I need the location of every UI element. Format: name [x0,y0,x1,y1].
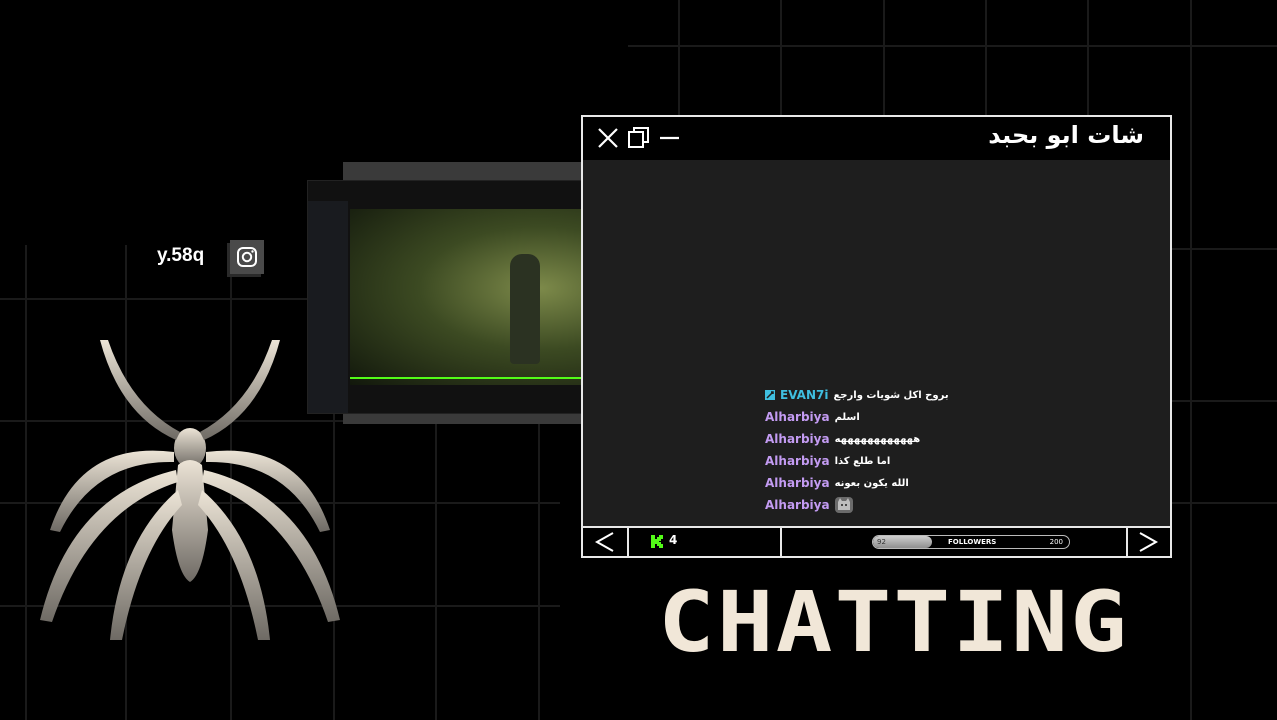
chat-text: بروح اكل شويات وارجع [833,389,949,401]
chat-titlebar: شات ابو بحبد [583,117,1170,162]
followers-label: FOLLOWERS [948,538,997,546]
cat-emote-icon [834,497,853,513]
followers-progress-bar: 92 FOLLOWERS 200 [872,535,1070,549]
instagram-handle: y.58q [157,245,205,266]
chat-message: Alharbiya اما طلع كذا [765,450,890,472]
chat-message: Alharbiya [765,494,853,516]
chat-messages: EVAN7i بروح اكل شويات وارجع Alharbiya اس… [583,160,1170,526]
chat-window: شات ابو بحبد EVAN7i بروح اكل شويات وارجع… [581,115,1172,558]
chevron-right-icon [1139,532,1159,552]
chat-username[interactable]: Alharbiya [765,476,830,490]
chat-username[interactable]: Alharbiya [765,410,830,424]
chat-text: اسلم [834,411,860,423]
close-icon[interactable] [595,125,621,151]
chatting-title: CHATTING [658,573,1130,671]
spider-logo [40,340,340,640]
kick-icon [651,535,663,548]
instagram-icon [230,240,264,274]
kick-viewers: 4 [627,528,782,556]
followers-goal-value: 200 [1049,538,1063,546]
chat-username[interactable]: Alharbiya [765,432,830,446]
next-button[interactable] [1126,528,1170,556]
chat-text: الله يكون بعونه [834,477,909,489]
chat-footer: 4 92 FOLLOWERS 200 [583,526,1170,556]
chat-message: Alharbiya اسلم [765,406,860,428]
minimize-icon[interactable] [657,125,683,151]
kick-viewer-count: 4 [669,533,678,547]
restore-icon[interactable] [626,125,652,151]
prev-button[interactable] [583,528,629,556]
chat-message: EVAN7i بروح اكل شويات وارجع [765,384,949,406]
followers-goal: 92 FOLLOWERS 200 [780,528,1128,556]
chat-text: ههههههههههههه [834,433,921,445]
chat-title: شات ابو بحبد [988,121,1144,149]
chat-username[interactable]: EVAN7i [780,388,828,402]
chat-message: Alharbiya الله يكون بعونه [765,472,909,494]
chevron-left-icon [594,532,614,552]
chat-username[interactable]: Alharbiya [765,454,830,468]
chat-message: Alharbiya ههههههههههههه [765,428,920,450]
streamer-figure [510,254,540,364]
chat-text: اما طلع كذا [834,455,891,467]
chat-username[interactable]: Alharbiya [765,498,830,512]
stream-sidebar [308,201,348,413]
followers-current: 92 [877,538,886,546]
sword-badge-icon [765,390,775,400]
